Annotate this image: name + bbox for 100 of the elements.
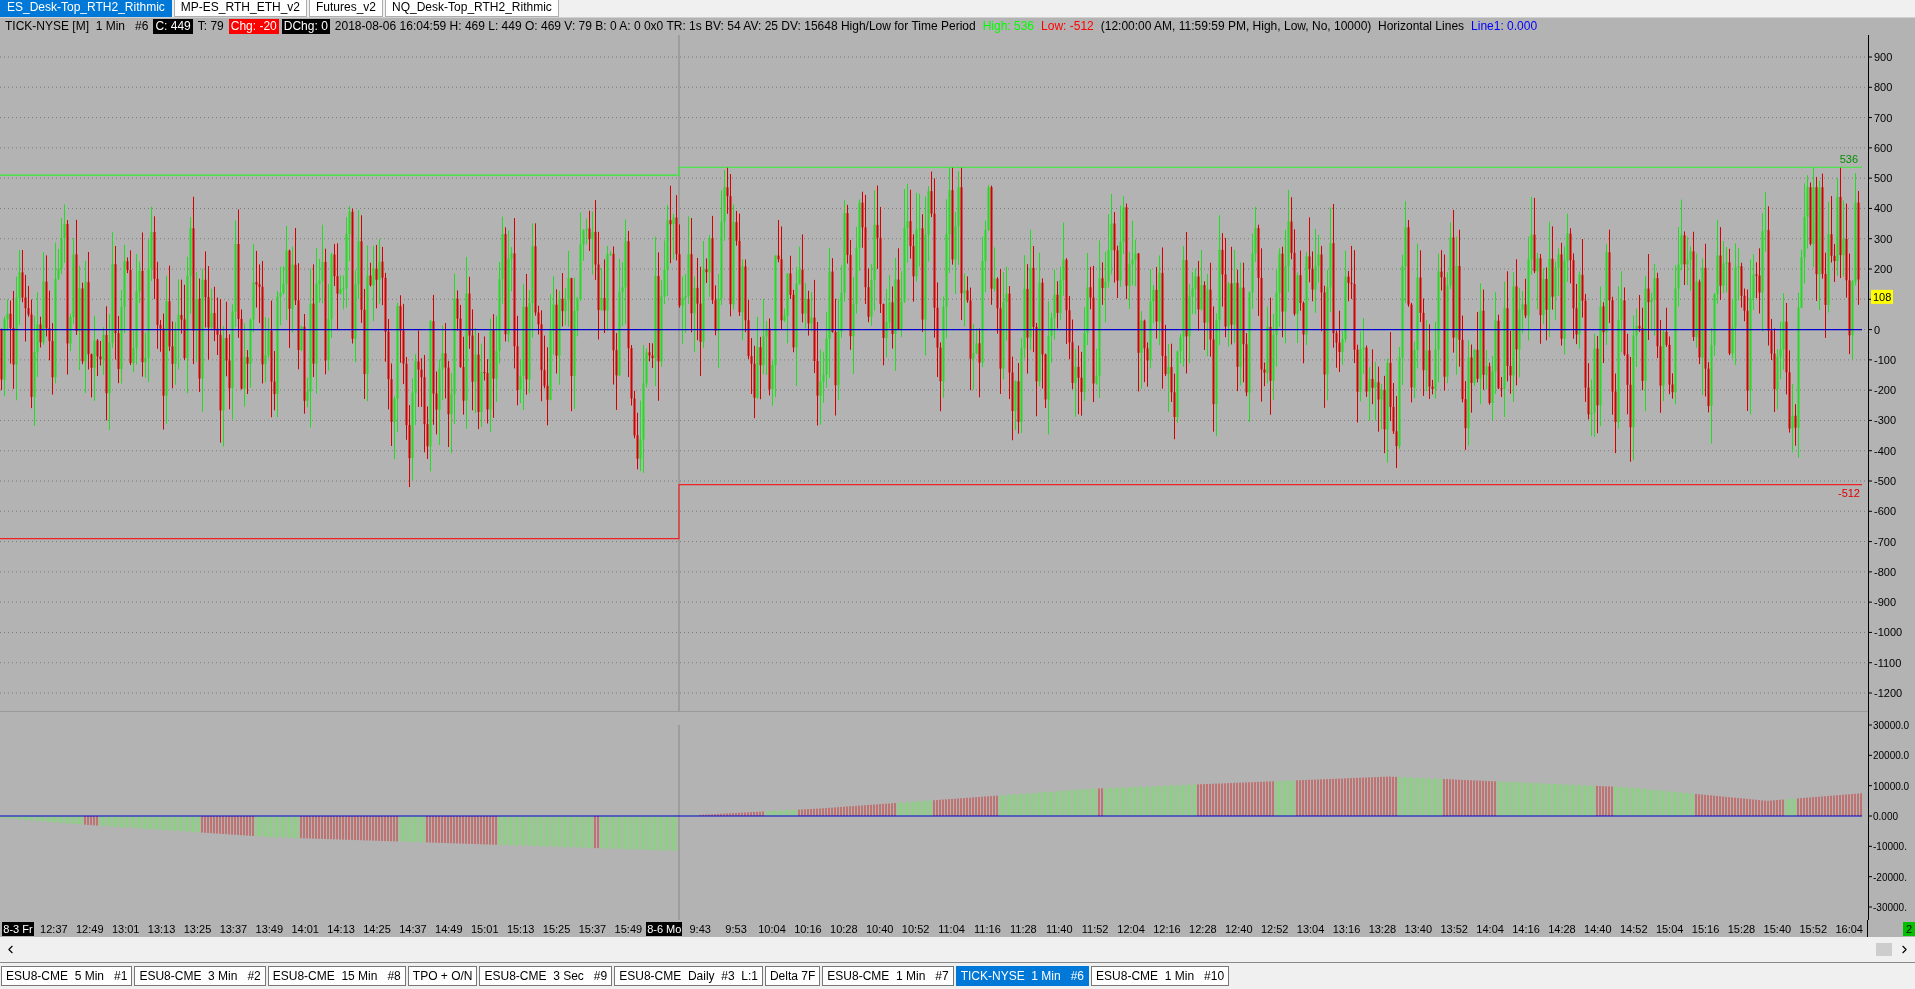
- chart-tab[interactable]: TICK-NYSE 1 Min #6: [955, 966, 1090, 986]
- price-tick-label: -800: [1874, 566, 1897, 579]
- workspace-tab[interactable]: Futures_v2: [309, 0, 384, 17]
- time-label: 14:40: [1583, 921, 1613, 936]
- volume-tick-label: -30000.: [1873, 902, 1907, 914]
- time-label: 15:37: [577, 921, 608, 936]
- info-text: (12:00:00 AM, 11:59:59 PM, High, Low, No, 10000) Horizontal Lines: [1099, 19, 1466, 34]
- volume-tick-label: 20000.0: [1873, 750, 1910, 762]
- time-label: 15:49: [613, 921, 644, 936]
- time-label: 12:04: [1116, 921, 1146, 936]
- time-label: 10:40: [864, 921, 895, 936]
- chart-tab[interactable]: ESU8-CME 3 Sec #9: [479, 966, 613, 986]
- price-tick-label: -100: [1874, 354, 1897, 367]
- time-label: 13:28: [1367, 921, 1398, 936]
- time-label: 11:04: [937, 921, 966, 936]
- chart-tab[interactable]: ESU8-CME 3 Min #2: [134, 966, 266, 986]
- time-label: 12:28: [1188, 921, 1218, 936]
- volume-tick-label: 30000.0: [1873, 720, 1910, 732]
- time-label: 11:52: [1080, 921, 1110, 936]
- time-label: 16:04: [1834, 921, 1864, 936]
- price-tick-label: 900: [1874, 51, 1893, 64]
- time-label: 12:37: [39, 921, 69, 936]
- time-label: 14:52: [1618, 921, 1649, 936]
- price-tick-label: 400: [1874, 202, 1893, 215]
- time-label: 9:43: [688, 921, 712, 936]
- time-label: 14:25: [362, 921, 392, 936]
- time-label: 14:28: [1547, 921, 1577, 936]
- time-label: 11:16: [973, 921, 1002, 936]
- price-tick-label: -1200: [1874, 687, 1903, 700]
- time-label: 12:16: [1152, 921, 1182, 936]
- time-label: 15:04: [1654, 921, 1685, 936]
- time-label: 15:28: [1726, 921, 1757, 936]
- info-value: Chg: -20: [228, 19, 279, 34]
- info-value: Line1: 0.000: [1470, 19, 1539, 34]
- price-tick-label: -1100: [1874, 657, 1902, 670]
- chart-tab[interactable]: TPO + O/N: [407, 966, 478, 986]
- chart-tab[interactable]: ESU8-CME 1 Min #10: [1091, 966, 1230, 986]
- time-label: 8-3 Fr: [2, 921, 34, 936]
- volume-tick-label: -10000.: [1873, 841, 1907, 853]
- chart-tab[interactable]: Delta 7F: [764, 966, 821, 986]
- time-label: 15:52: [1798, 921, 1829, 936]
- price-tick-label: -700: [1874, 535, 1897, 548]
- volume-tick-label: -20000.: [1873, 872, 1907, 883]
- low-label: -512: [1837, 486, 1860, 499]
- corner-badge: 2: [1902, 921, 1915, 936]
- price-tick-label: 500: [1874, 172, 1893, 185]
- chart-tab[interactable]: ESU8-CME 15 Min #8: [267, 966, 406, 986]
- price-tick-label: -200: [1874, 384, 1897, 397]
- time-label: 13:40: [1403, 921, 1434, 936]
- chart-tab[interactable]: ESU8-CME Daily #3 L:1: [614, 966, 763, 986]
- time-label: 14:37: [398, 921, 428, 936]
- price-tick-label: 0: [1874, 323, 1881, 336]
- info-value: Low: -512: [1040, 19, 1095, 34]
- time-label: 9:53: [724, 921, 748, 936]
- volume-tick-label: 0.000: [1873, 811, 1899, 823]
- price-tick-label: -500: [1874, 475, 1897, 488]
- time-label: 13:04: [1295, 921, 1326, 936]
- info-text: T: 79: [196, 19, 225, 34]
- time-label: 10:52: [900, 921, 931, 936]
- time-label: 13:01: [110, 921, 141, 936]
- price-tick-label: -1000: [1874, 626, 1903, 639]
- time-label: 10:04: [757, 921, 787, 936]
- time-label: 13:25: [182, 921, 213, 936]
- info-text: 2018-08-06 16:04:59 H: 469 L: 449 O: 469 V: 79 B: 0 A: 0 0x0 TR: 1s BV: 54 AV: 25 DV: 15648 High/Low for Time Period: [333, 19, 977, 34]
- time-label: 15:16: [1690, 921, 1721, 936]
- high-label: 536: [1839, 153, 1858, 166]
- time-label: 13:49: [254, 921, 285, 936]
- time-label: 14:01: [290, 921, 320, 936]
- info-value: DChg: 0: [281, 19, 330, 34]
- price-tick-label: 600: [1874, 142, 1893, 155]
- time-label: 14:13: [326, 921, 356, 936]
- price-tick-label: 300: [1874, 233, 1893, 246]
- volume-tick-label: 10000.0: [1873, 781, 1910, 792]
- price-tick-label: 200: [1874, 263, 1893, 276]
- price-tick-label: -400: [1874, 445, 1897, 458]
- chart-tab[interactable]: ESU8-CME 1 Min #7: [822, 966, 954, 986]
- time-label: 13:52: [1439, 921, 1469, 936]
- workspace-tab[interactable]: ES_Desk-Top_RTH2_Rithmic: [0, 0, 172, 17]
- time-label: 14:16: [1511, 921, 1541, 936]
- workspace-tab[interactable]: MP-ES_RTH_ETH_v2: [173, 0, 307, 17]
- time-label: 10:16: [793, 921, 823, 936]
- scroll-thumb[interactable]: [1876, 942, 1892, 956]
- time-label: 12:40: [1224, 921, 1254, 936]
- info-value: C: 449: [153, 19, 193, 34]
- time-label: 12:52: [1259, 921, 1290, 936]
- price-tick-label: -600: [1874, 505, 1897, 518]
- time-label: 13:37: [218, 921, 249, 936]
- time-label: 8-6 Mo: [646, 921, 683, 936]
- price-tick-label: -300: [1874, 414, 1897, 427]
- time-label: 15:40: [1762, 921, 1793, 936]
- info-text: TICK-NYSE [M] 1 Min #6: [4, 19, 150, 34]
- time-label: 12:49: [75, 921, 105, 936]
- workspace-tab[interactable]: NQ_Desk-Top_RTH2_Rithmic: [385, 0, 559, 17]
- time-label: 14:49: [434, 921, 464, 936]
- time-label: 13:13: [146, 921, 177, 936]
- time-label: 11:28: [1008, 921, 1038, 936]
- time-label: 10:28: [829, 921, 859, 936]
- time-label: 13:16: [1331, 921, 1362, 936]
- time-label: 15:13: [505, 921, 536, 936]
- chart-tab[interactable]: ESU8-CME 5 Min #1: [1, 966, 133, 986]
